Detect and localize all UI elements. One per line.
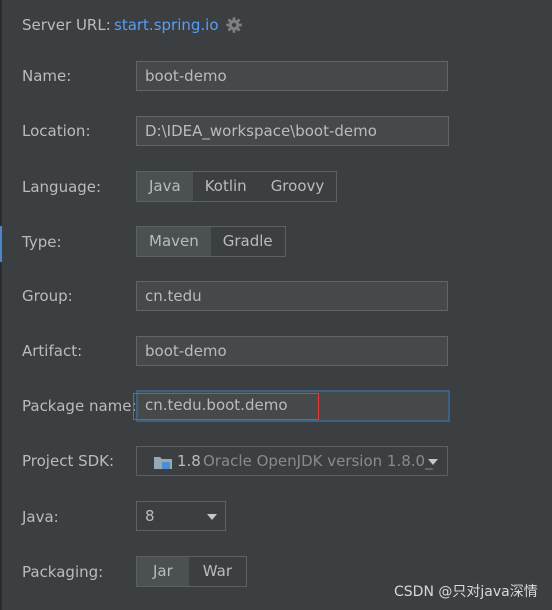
java-version-value: 8 — [145, 507, 155, 525]
packaging-option-war[interactable]: War — [189, 557, 246, 586]
language-label: Language: — [22, 178, 102, 196]
name-label: Name: — [22, 67, 72, 85]
language-option-groovy[interactable]: Groovy — [259, 172, 337, 201]
project-sdk-version: 1.8 — [177, 452, 201, 470]
language-selector: Java Kotlin Groovy — [136, 171, 338, 202]
package-name-highlight — [133, 393, 319, 420]
project-sdk-label: Project SDK: — [22, 452, 115, 470]
server-url-link[interactable]: start.spring.io — [114, 15, 219, 35]
name-field[interactable]: boot-demo — [136, 61, 448, 91]
artifact-label: Artifact: — [22, 342, 83, 360]
location-field[interactable]: D:\IDEA_workspace\boot-demo — [136, 116, 449, 146]
type-selector: Maven Gradle — [136, 226, 286, 257]
group-field[interactable]: cn.tedu — [136, 281, 448, 311]
left-edge-marker — [0, 226, 2, 262]
type-option-gradle[interactable]: Gradle — [211, 227, 285, 256]
location-label: Location: — [22, 122, 91, 140]
java-version-select[interactable]: 8 — [136, 501, 226, 531]
watermark-text: CSDN @只对java深情 — [394, 584, 538, 600]
server-url-label: Server URL: — [22, 16, 111, 34]
language-option-java[interactable]: Java — [137, 172, 193, 201]
type-option-maven[interactable]: Maven — [137, 227, 211, 256]
package-name-label: Package name: — [22, 397, 137, 415]
chevron-down-icon — [207, 514, 217, 520]
packaging-option-jar[interactable]: Jar — [137, 557, 189, 586]
chevron-down-icon — [428, 459, 438, 465]
type-label: Type: — [22, 233, 62, 251]
gear-icon[interactable] — [225, 16, 243, 34]
folder-icon — [154, 457, 172, 469]
group-label: Group: — [22, 287, 73, 305]
java-label: Java: — [22, 508, 59, 526]
project-sdk-select[interactable]: 1.8 Oracle OpenJDK version 1.8.0_ — [136, 446, 448, 476]
project-sdk-description: Oracle OpenJDK version 1.8.0_ — [203, 452, 433, 470]
packaging-label: Packaging: — [22, 563, 104, 581]
language-option-kotlin[interactable]: Kotlin — [193, 172, 259, 201]
artifact-field[interactable]: boot-demo — [136, 336, 448, 366]
packaging-selector: Jar War — [136, 556, 248, 587]
left-edge — [0, 0, 2, 610]
